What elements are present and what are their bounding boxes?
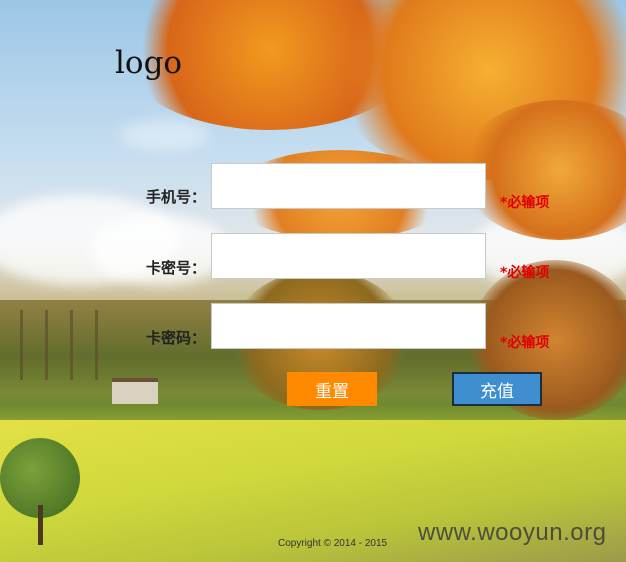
logo: logo <box>115 45 183 81</box>
watermark: www.wooyun.org <box>418 519 607 546</box>
phone-label: 手机号： <box>145 188 206 206</box>
card-number-input[interactable] <box>211 233 486 279</box>
card-number-required-note: *必输项 <box>500 265 550 281</box>
card-number-label: 卡密号： <box>145 259 206 277</box>
recharge-button[interactable]: 充值 <box>452 372 542 406</box>
card-code-input[interactable] <box>211 303 486 349</box>
phone-input[interactable] <box>211 163 486 209</box>
card-code-label: 卡密码： <box>145 329 206 347</box>
phone-required-note: *必输项 <box>500 195 550 211</box>
reset-button[interactable]: 重置 <box>287 372 377 406</box>
copyright-text: Copyright © 2014 - 2015 <box>278 538 388 549</box>
card-code-required-note: *必输项 <box>500 335 550 351</box>
